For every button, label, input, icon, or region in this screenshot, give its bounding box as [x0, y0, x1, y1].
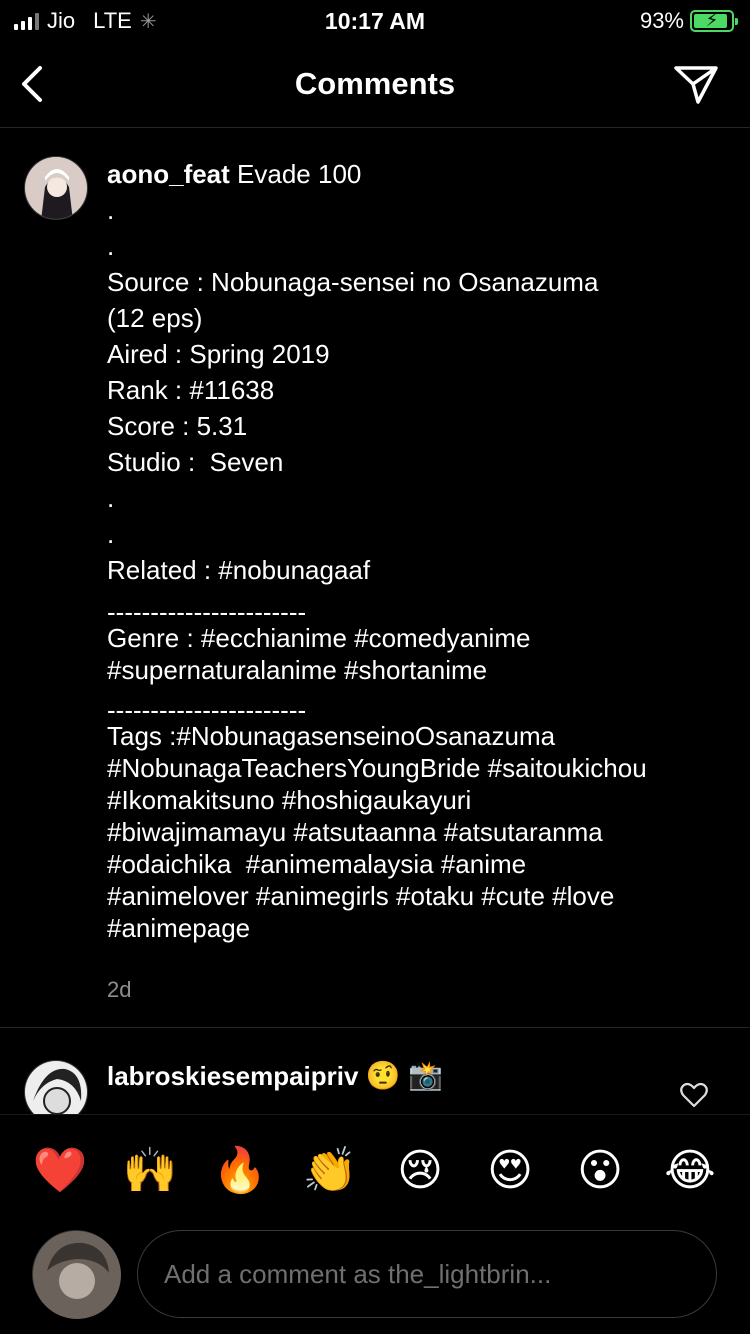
reaction-emoji-button[interactable]: 😢 [390, 1148, 450, 1193]
comment-text-line: Studio : Seven [107, 447, 284, 477]
comment-text-line: . [107, 195, 115, 225]
comment-first-line: Evade 100 [237, 159, 362, 189]
comment-input[interactable] [137, 1230, 717, 1318]
heart-outline-icon [680, 1082, 708, 1108]
current-user-avatar [32, 1230, 121, 1319]
comment-lines: .. Source : Nobunaga-sensei no Osanazuma (… [107, 192, 722, 588]
comment-timestamp: 2d [107, 977, 132, 1002]
quick-reactions-bar: ❤️ 🙌 🔥 👏 😢 😍 😮 😂 [0, 1114, 750, 1226]
manga-character-avatar-image [25, 1061, 87, 1114]
avatar[interactable] [24, 1060, 88, 1114]
comment-item: aono_feat Evade 100 .. Source : Nobunaga-… [0, 128, 750, 1028]
comment-text-line: . [107, 483, 115, 513]
comment-text-line: . [107, 519, 115, 549]
separator-line: ----------------------- [107, 695, 307, 725]
reaction-emoji-button[interactable]: 😍 [480, 1148, 540, 1193]
paper-plane-icon [674, 66, 718, 104]
status-time: 10:17 AM [324, 8, 426, 34]
user-avatar-image [33, 1231, 121, 1319]
genre-lines: Genre : #ecchianime #comedyanime #superna… [107, 622, 722, 686]
status-right: 93% ⚡ [639, 8, 738, 34]
hashtag-line[interactable]: #animepage [107, 912, 722, 944]
anime-character-avatar-image [25, 157, 87, 219]
like-button[interactable] [680, 1082, 708, 1108]
reaction-emoji-button[interactable]: 👏 [300, 1148, 360, 1193]
battery-icon: ⚡ [690, 10, 738, 32]
hashtag-line[interactable]: #Ikomakitsuno #hoshigaukayuri [107, 784, 722, 816]
reaction-emoji-button[interactable]: 🔥 [210, 1148, 270, 1193]
reaction-emoji-button[interactable]: 🙌 [120, 1148, 180, 1193]
comment-text-line: . [107, 231, 115, 261]
reaction-emoji-button[interactable]: ❤️ [30, 1148, 90, 1193]
separator-line: ----------------------- [107, 597, 307, 627]
tag-lines: Tags :#NobunagasenseinoOsanazuma #Nobunag… [107, 720, 722, 944]
comment-text-line: Aired : Spring 2019 [107, 339, 330, 369]
comment-text-line[interactable]: Rank : #11638 [107, 372, 722, 408]
genre-line[interactable]: Genre : #ecchianime #comedyanime [107, 622, 722, 654]
hashtag-line[interactable]: #NobunagaTeachersYoungBride #saitoukicho… [107, 752, 722, 784]
header: Comments [0, 42, 750, 128]
comment-text-line: Source : Nobunaga-sensei no Osanazuma [107, 267, 599, 297]
comment-body: labroskiesempaipriv 🤨 📸 [107, 1058, 722, 1094]
charging-bolt-icon: ⚡ [705, 10, 719, 30]
hashtag-line[interactable]: #animelover #animegirls #otaku #cute #lo… [107, 880, 722, 912]
comment-body: aono_feat Evade 100 .. Source : Nobunaga-… [107, 156, 722, 1008]
comment-text-line[interactable]: Related : #nobunagaaf [107, 552, 722, 588]
avatar[interactable] [24, 156, 88, 220]
hashtag-line[interactable]: #biwajimamayu #atsutaanna #atsutaranma [107, 816, 722, 848]
comment-username[interactable]: labroskiesempaipriv [107, 1061, 358, 1091]
comment-emojis: 🤨 📸 [365, 1060, 444, 1091]
share-button[interactable] [672, 62, 720, 106]
battery-percent: 93% [639, 8, 684, 33]
page-title: Comments [294, 66, 456, 101]
status-bar: Jio LTE ✳ 10:17 AM 93% ⚡ [0, 0, 750, 42]
hashtag-line[interactable]: #odaichika #animemalaysia #anime [107, 848, 722, 880]
comment-composer [0, 1226, 750, 1334]
hashtag-line[interactable]: Tags :#NobunagasenseinoOsanazuma [107, 720, 722, 752]
comment-text-line: Score : 5.31 [107, 411, 248, 441]
comment-item: labroskiesempaipriv 🤨 📸 [0, 1030, 750, 1114]
comment-text-line: (12 eps) [107, 303, 203, 333]
reaction-emoji-button[interactable]: 😂 [660, 1148, 720, 1193]
reaction-emoji-button[interactable]: 😮 [570, 1148, 630, 1193]
genre-line[interactable]: #supernaturalanime #shortanime [107, 654, 722, 686]
comment-username[interactable]: aono_feat [107, 159, 230, 189]
